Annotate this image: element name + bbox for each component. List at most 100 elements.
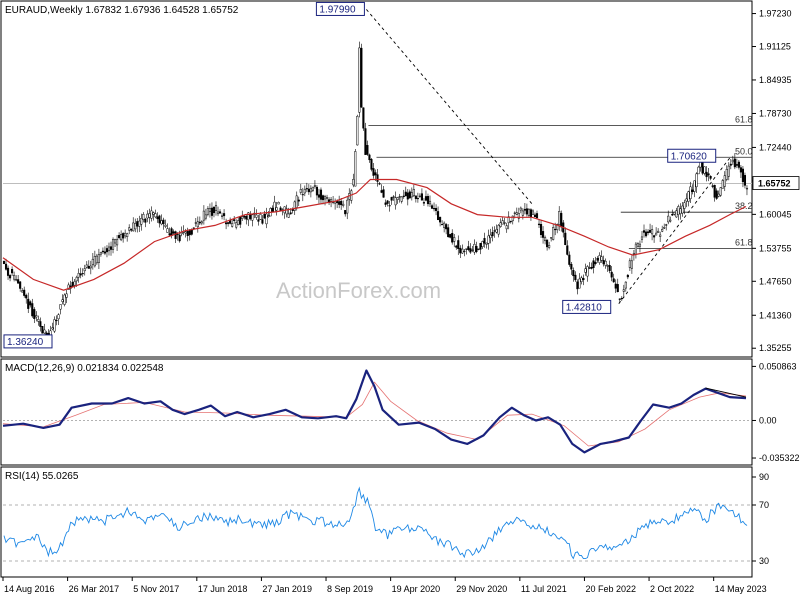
candle-body	[85, 264, 88, 268]
candle-body	[580, 277, 583, 282]
candle-body	[142, 214, 145, 220]
price-tick-label: 1.35255	[759, 343, 792, 353]
candle-body	[275, 207, 278, 211]
candle-body	[741, 168, 744, 183]
candle-body	[144, 218, 147, 223]
candle-body	[671, 213, 674, 216]
candle-body	[271, 207, 274, 212]
candle-body	[186, 231, 189, 237]
candle-body	[122, 233, 125, 239]
candle-body	[723, 175, 726, 187]
candle-body	[53, 319, 56, 332]
candle-body	[503, 222, 506, 224]
candle-body	[634, 243, 637, 255]
candle-body	[596, 258, 599, 261]
candle-body	[523, 208, 526, 211]
price-tick-label: 1.60045	[759, 209, 792, 219]
price-annotation-label: 1.70620	[671, 151, 708, 162]
candle-body	[620, 298, 623, 300]
candle-body	[697, 166, 700, 175]
candle-body	[406, 192, 409, 200]
candle-body	[552, 227, 555, 240]
candle-body	[299, 189, 302, 193]
candle-body	[544, 237, 547, 242]
candle-body	[168, 233, 171, 236]
candle-body	[420, 193, 423, 201]
time-tick-label: 14 Aug 2016	[4, 584, 55, 594]
candle-body	[608, 265, 611, 272]
candle-body	[380, 190, 383, 193]
candle-body	[63, 294, 66, 305]
candle-body	[558, 211, 561, 225]
candle-body	[527, 209, 530, 216]
time-tick-label: 11 Jul 2021	[521, 584, 567, 594]
candle-body	[586, 266, 589, 277]
candle-body	[572, 270, 575, 277]
candle-body	[432, 208, 436, 210]
candle-body	[9, 275, 12, 279]
candle-body	[465, 248, 468, 250]
candle-body	[513, 212, 516, 214]
candle-body	[600, 256, 603, 261]
candle-body	[683, 202, 686, 209]
candle-body	[220, 215, 224, 217]
candle-body	[241, 216, 244, 219]
candle-body	[574, 274, 577, 281]
candle-body	[77, 272, 80, 278]
candle-body	[394, 197, 397, 206]
candle-body	[295, 195, 298, 208]
candle-body	[400, 196, 403, 202]
candle-body	[99, 251, 102, 255]
candle-body	[461, 248, 464, 254]
rsi-panel-frame	[0, 466, 753, 578]
candle-body	[152, 212, 155, 215]
candle-body	[116, 239, 119, 246]
candle-body	[533, 214, 537, 218]
candle-body	[15, 279, 18, 281]
candle-body	[719, 187, 722, 196]
candle-body	[176, 233, 179, 236]
candle-body	[305, 188, 308, 190]
candle-body	[505, 225, 508, 230]
candle-body	[27, 298, 30, 309]
candle-body	[630, 260, 633, 269]
candle-body	[418, 195, 421, 197]
candle-body	[243, 215, 246, 218]
candle-body	[321, 195, 325, 201]
candle-body	[356, 115, 359, 146]
candle-body	[612, 278, 615, 283]
candle-body	[41, 326, 44, 334]
fib-level-label: 61.8	[735, 237, 753, 247]
candle-body	[323, 196, 327, 200]
candle-body	[382, 189, 385, 198]
candle-body	[128, 227, 131, 231]
candle-body	[424, 196, 428, 201]
candle-body	[402, 195, 405, 198]
candle-body	[251, 214, 254, 221]
candle-body	[735, 164, 738, 166]
candle-body	[95, 255, 98, 264]
candle-body	[435, 207, 438, 211]
candle-body	[426, 196, 430, 205]
candle-body	[638, 243, 642, 247]
candle-body	[61, 299, 64, 302]
candle-body	[388, 205, 391, 207]
candle-body	[408, 191, 411, 199]
candle-body	[560, 213, 563, 228]
candle-body	[727, 165, 730, 177]
candle-body	[43, 329, 46, 334]
candle-body	[548, 245, 551, 248]
candle-body	[313, 185, 316, 187]
candle-body	[190, 229, 193, 235]
candle-body	[156, 216, 159, 220]
candle-body	[376, 174, 379, 182]
candle-body	[140, 218, 143, 225]
candle-body	[309, 188, 312, 193]
rsi-tick-label: 90	[759, 472, 769, 482]
candle-body	[475, 246, 478, 252]
candle-body	[550, 237, 553, 239]
candle-body	[287, 213, 290, 218]
candle-body	[249, 214, 252, 219]
price-tick-label: 1.41360	[759, 310, 792, 320]
candle-body	[218, 211, 222, 214]
